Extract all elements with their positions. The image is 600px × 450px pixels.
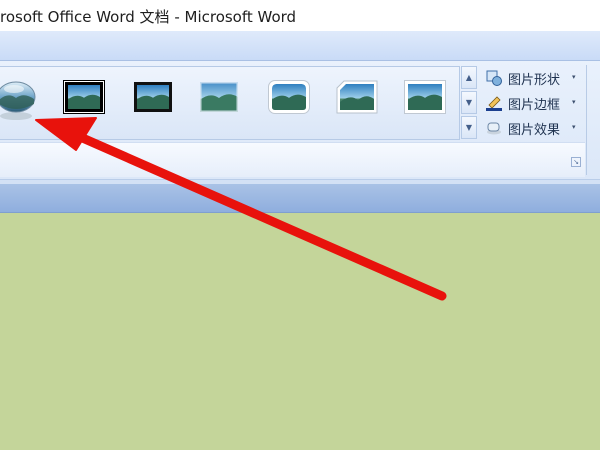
annotation-arrow — [35, 117, 447, 301]
